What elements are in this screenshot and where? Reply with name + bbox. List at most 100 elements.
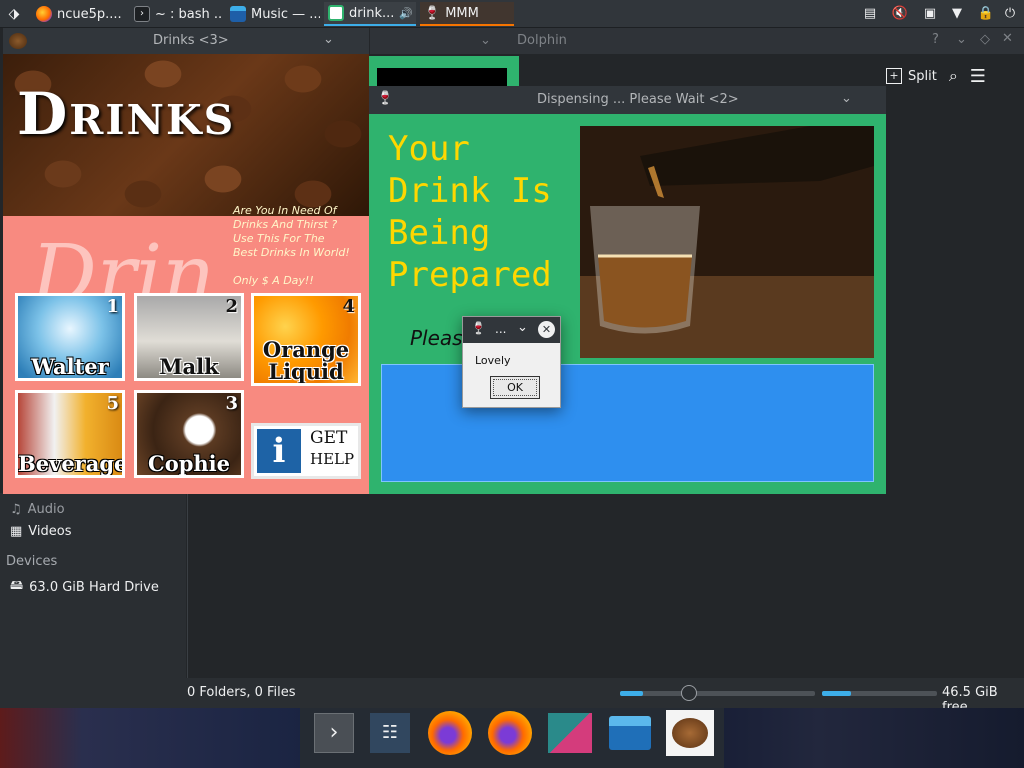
dock-dolphin[interactable] <box>606 710 654 756</box>
devices-heading: Devices <box>6 554 58 569</box>
dialog-message: Lovely <box>475 354 511 367</box>
get-help-button[interactable]: i GET HELP <box>251 423 361 479</box>
lock-icon[interactable]: 🔒 <box>976 4 996 24</box>
drink-tile-malk[interactable]: 2 Malk <box>134 293 244 381</box>
clipboard-icon[interactable]: ▤ <box>860 4 880 24</box>
status-text: 0 Folders, 0 Files <box>187 685 296 700</box>
folder-icon <box>230 6 246 22</box>
tile-number: 1 <box>106 296 119 317</box>
task-label: MMM <box>445 5 479 21</box>
pouring-drink-photo <box>580 126 874 358</box>
search-icon[interactable]: ⌕ <box>949 66 958 86</box>
zoom-slider[interactable] <box>620 685 815 701</box>
chevron-down-icon[interactable]: ⌄ <box>480 33 491 48</box>
close-icon[interactable]: ✕ <box>538 321 555 338</box>
tile-label: Walter <box>31 354 109 379</box>
coffee-bean-icon <box>9 33 27 49</box>
drink-tile-walter[interactable]: 1 Walter <box>15 293 125 381</box>
places-item-audio[interactable]: ♫ Audio <box>10 502 65 517</box>
close-icon[interactable]: ✕ <box>1002 31 1013 46</box>
chevron-down-icon[interactable]: ⌄ <box>841 91 852 106</box>
promo-line: Use This For The <box>233 232 325 245</box>
task-label: ~ : bash ... <box>155 6 222 22</box>
promo-line: Best Drinks In World! <box>233 246 350 259</box>
preparing-headline: Your Drink Is Being Prepared <box>388 128 568 296</box>
chevron-down-icon[interactable]: ⌄ <box>517 320 528 335</box>
pouring-drink-illustration <box>580 126 874 358</box>
dialog-title: ... <box>495 322 507 336</box>
dock-expand-button[interactable]: › <box>310 710 358 756</box>
minimize-icon[interactable]: ⌄ <box>956 32 967 47</box>
dolphin-statusbar: 0 Folders, 0 Files 46.5 GiB free <box>0 678 1024 715</box>
tile-number: 2 <box>225 296 238 317</box>
drinks-window: Drinks <3> ⌄ Drinks Drin Are You In Need… <box>3 28 369 494</box>
coffee-beans-banner: Drinks <box>3 54 369 216</box>
dock-kate[interactable] <box>546 710 594 756</box>
places-item-videos[interactable]: ▦ Videos <box>10 524 72 539</box>
help-label-line2: HELP <box>310 450 355 468</box>
drink-tile-beverage[interactable]: 5 Beverage <box>15 390 125 478</box>
split-view-icon: + <box>886 68 902 84</box>
hamburger-menu-icon[interactable]: ☰ <box>970 66 986 87</box>
drink-tile-orange-liquid[interactable]: 4 Orange Liquid <box>251 293 361 386</box>
drinks-titlebar[interactable]: Drinks <3> ⌄ <box>3 28 369 54</box>
power-icon[interactable]: ⏻ <box>1000 4 1020 24</box>
volume-muted-icon[interactable]: 🔇 <box>890 4 910 24</box>
drinks-logo: Drinks <box>17 80 236 148</box>
tile-label: Beverage <box>18 451 125 476</box>
top-panel: ⬗ ncue5p.... › ~ : bash ... Music — ... … <box>0 0 1024 28</box>
task-firefox[interactable]: ncue5p.... <box>32 2 124 26</box>
dock-settings[interactable]: ☷ <box>366 710 414 756</box>
task-music[interactable]: Music — ... <box>226 2 320 26</box>
tile-label: Malk <box>159 354 219 379</box>
task-label: Music — ... <box>251 6 320 22</box>
settings-sliders-icon: ☷ <box>370 713 410 753</box>
tile-number: 3 <box>225 393 238 414</box>
drink-tile-cophie[interactable]: 3 Cophie <box>134 390 244 478</box>
network-icon[interactable]: ▣ <box>920 4 940 24</box>
help-icon[interactable]: ? <box>932 32 939 47</box>
dock-drinks[interactable] <box>666 710 714 756</box>
dock-firefox[interactable] <box>426 710 474 756</box>
ok-button[interactable]: OK <box>490 376 540 399</box>
firefox-icon <box>36 6 52 22</box>
split-button[interactable]: + Split <box>886 68 937 84</box>
text-editor-icon <box>548 713 592 753</box>
tray-expand-icon[interactable]: ▼ <box>947 4 967 24</box>
maximize-icon[interactable]: ◇ <box>980 32 990 47</box>
zoom-slider-handle[interactable] <box>681 685 698 701</box>
headline-line: Being <box>388 213 491 253</box>
window-title: Dolphin <box>517 33 567 48</box>
promo-line: Only $ A Day!! <box>233 274 314 287</box>
dock: › ☷ <box>300 708 724 768</box>
application-launcher-icon[interactable]: ⬗ <box>4 4 24 24</box>
dock-firefox-2[interactable] <box>486 710 534 756</box>
device-hard-drive[interactable]: 🖴 63.0 GiB Hard Drive <box>10 576 159 598</box>
dolphin-titlebar[interactable]: ⌄ Dolphin ? ⌄ ◇ ✕ <box>370 28 1024 54</box>
dispensing-titlebar[interactable]: 🍷 Dispensing ... Please Wait <2> ⌄ <box>369 86 886 114</box>
headline-line: Your <box>388 129 470 169</box>
dolphin-toolbar: + Split ⌕ ☰ <box>886 62 986 90</box>
dialog-titlebar[interactable]: 🍷 ... ⌄ ✕ <box>463 317 560 343</box>
wine-glass-icon: 🍷 <box>471 321 486 335</box>
background-window-edge <box>369 56 519 86</box>
task-mmm[interactable]: 🍷 MMM <box>420 2 514 26</box>
firefox-icon <box>428 711 472 755</box>
dispensing-window: 🍷 Dispensing ... Please Wait <2> ⌄ Your … <box>369 86 886 494</box>
disk-usage-bar <box>822 691 937 696</box>
hard-drive-icon: 🖴 <box>10 578 24 593</box>
disk-usage-fill <box>822 691 851 696</box>
places-label: Videos <box>28 524 72 539</box>
chevron-down-icon[interactable]: ⌄ <box>323 32 334 47</box>
drinks-app-icon <box>328 5 344 21</box>
task-drinks[interactable]: drink... 🔊 <box>324 2 416 26</box>
tile-label: Cophie <box>147 451 230 476</box>
info-icon: i <box>257 429 301 473</box>
window-title: Dispensing ... Please Wait <2> <box>537 92 739 107</box>
progress-area <box>381 364 874 482</box>
promo-line: Drinks And Thirst ? <box>233 218 338 231</box>
firefox-icon <box>488 711 532 755</box>
task-terminal[interactable]: › ~ : bash ... <box>130 2 222 26</box>
tile-label: Orange Liquid <box>262 337 350 384</box>
speaker-icon: 🔊 <box>399 6 414 20</box>
